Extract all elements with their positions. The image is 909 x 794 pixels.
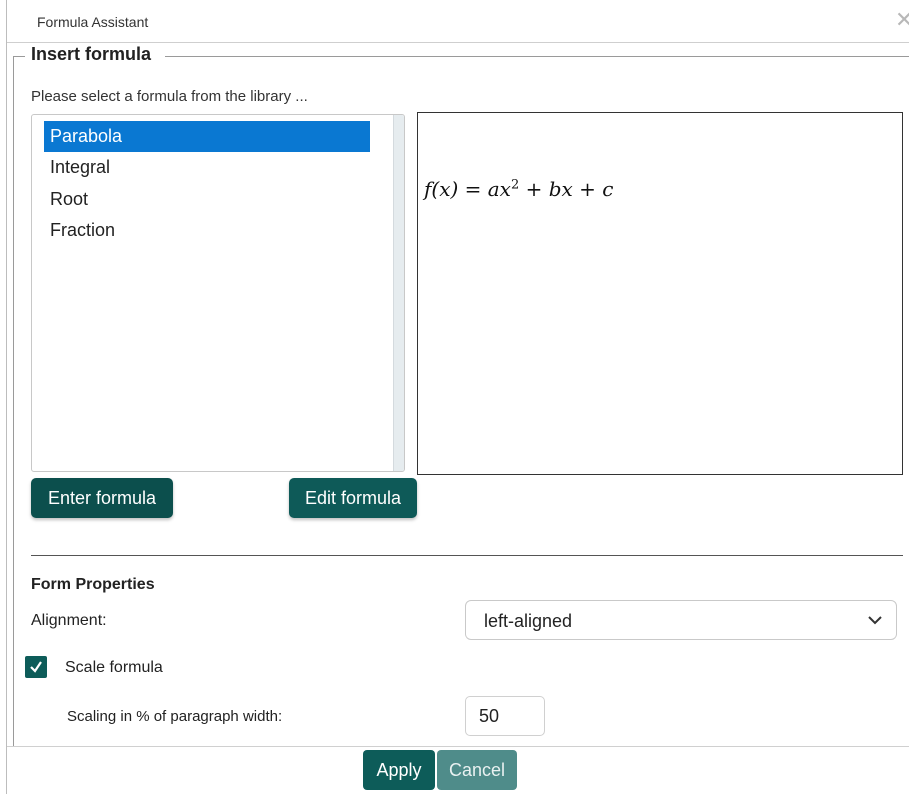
section-divider bbox=[31, 555, 903, 556]
close-icon[interactable]: ✕ bbox=[895, 9, 909, 31]
formula-rhs: + bx + c bbox=[519, 177, 614, 201]
formula-exponent: 2 bbox=[510, 177, 520, 193]
chevron-down-icon bbox=[868, 616, 882, 625]
alignment-label: Alignment: bbox=[31, 612, 107, 629]
alignment-value: left-aligned bbox=[484, 611, 573, 631]
scaling-input[interactable] bbox=[465, 696, 545, 736]
list-item-root[interactable]: Root bbox=[44, 184, 370, 215]
formula-preview: f(x) = ax2 + bx + c bbox=[417, 112, 903, 475]
list-scrollbar[interactable] bbox=[393, 115, 404, 471]
title-bar: Formula Assistant ✕ bbox=[7, 0, 909, 43]
insert-formula-legend: Insert formula bbox=[25, 44, 166, 65]
alignment-select[interactable]: left-aligned bbox=[465, 600, 897, 640]
list-item-parabola[interactable]: Parabola bbox=[44, 121, 370, 152]
edit-formula-button[interactable]: Edit formula bbox=[289, 478, 417, 518]
form-properties-title: Form Properties bbox=[31, 576, 155, 593]
scale-formula-checkbox[interactable] bbox=[25, 656, 47, 678]
cancel-button[interactable]: Cancel bbox=[437, 750, 517, 790]
preview-formula: f(x) = ax2 + bx + c bbox=[424, 177, 613, 201]
apply-button[interactable]: Apply bbox=[363, 750, 435, 790]
checkmark-icon bbox=[30, 661, 42, 673]
formula-library-list[interactable]: Parabola Integral Root Fraction bbox=[31, 114, 405, 472]
footer-divider bbox=[7, 746, 909, 747]
scale-formula-label: Scale formula bbox=[65, 659, 163, 676]
formula-lhs: f(x) = ax bbox=[424, 177, 511, 201]
formula-assistant-dialog: Formula Assistant ✕ Insert formula Pleas… bbox=[6, 0, 909, 794]
list-item-fraction[interactable]: Fraction bbox=[44, 215, 370, 246]
instructions-text: Please select a formula from the library… bbox=[31, 88, 308, 105]
dialog-title: Formula Assistant bbox=[37, 14, 149, 30]
scaling-label: Scaling in % of paragraph width: bbox=[67, 708, 283, 725]
enter-formula-button[interactable]: Enter formula bbox=[31, 478, 173, 518]
list-item-integral[interactable]: Integral bbox=[44, 152, 370, 183]
